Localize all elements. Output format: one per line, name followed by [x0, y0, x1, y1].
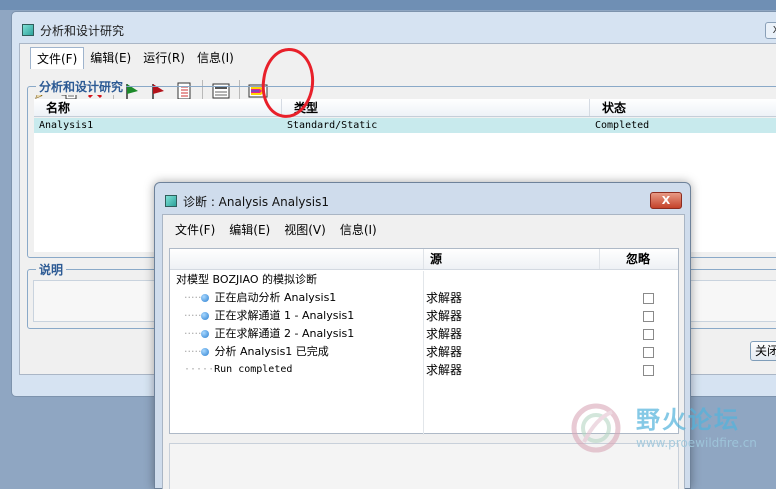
- window-title: 分析和设计研究: [40, 23, 125, 38]
- tree-item-source: 求解器: [426, 345, 463, 359]
- tree-item[interactable]: ····· 正在求解通道 1 - Analysis1 求解器: [170, 307, 678, 325]
- column-status[interactable]: 状态: [590, 99, 776, 116]
- tree-item[interactable]: ····· 分析 Analysis1 已完成 求解器: [170, 343, 678, 361]
- watermark-text: 野火论坛: [636, 406, 740, 434]
- watermark-logo-icon: [571, 403, 621, 453]
- tree-item-label: Run completed: [214, 364, 293, 375]
- app-icon: [165, 195, 177, 207]
- group-title: 分析和设计研究: [36, 78, 127, 95]
- menu-edit[interactable]: 编辑(E): [229, 221, 270, 238]
- tree-root-label: 对模型 BOZJIAO 的模拟诊断: [176, 273, 318, 286]
- ignore-checkbox[interactable]: [643, 293, 654, 304]
- tree-item-label: 分析 Analysis1 已完成: [214, 345, 329, 358]
- table-row[interactable]: Analysis1 Standard/Static Completed: [34, 118, 776, 133]
- description-title: 说明: [36, 261, 67, 278]
- diagnostics-title: 诊断 : Analysis Analysis1: [183, 194, 330, 209]
- window-title-bar: 分析和设计研究: [22, 21, 124, 39]
- menu-file[interactable]: 文件(F): [30, 47, 85, 69]
- close-window-button[interactable]: X: [650, 192, 682, 209]
- tree-item-source: 求解器: [426, 291, 463, 305]
- menu-edit[interactable]: 编辑(E): [84, 47, 137, 69]
- tree-header: 源 忽略: [170, 249, 678, 270]
- tree-item-source: 求解器: [426, 309, 463, 323]
- watermark-url: www.proewildfire.cn: [636, 436, 757, 450]
- diagnostics-title-bar: 诊断 : Analysis Analysis1: [165, 193, 329, 209]
- ignore-checkbox[interactable]: [643, 329, 654, 340]
- tree-item[interactable]: ····· 正在启动分析 Analysis1 求解器: [170, 289, 678, 307]
- column-name[interactable]: 名称: [34, 99, 282, 116]
- info-dot-icon: [201, 312, 210, 320]
- column-message[interactable]: [170, 249, 424, 269]
- ignore-checkbox[interactable]: [643, 365, 654, 376]
- close-button[interactable]: 关闭: [750, 341, 776, 361]
- column-ignore[interactable]: 忽略: [600, 249, 678, 269]
- tree-item-label: 正在求解通道 2 - Analysis1: [214, 327, 355, 340]
- desktop-background: [0, 0, 776, 10]
- menu-view[interactable]: 视图(V): [284, 221, 326, 238]
- tree-rows: 对模型 BOZJIAO 的模拟诊断 ····· 正在启动分析 Analysis1 …: [170, 271, 678, 379]
- row-type: Standard/Static: [287, 120, 378, 131]
- ignore-checkbox[interactable]: [643, 311, 654, 322]
- column-source[interactable]: 源: [424, 249, 600, 269]
- menu-bar: 文件(F) 编辑(E) 视图(V) 信息(I): [175, 221, 377, 238]
- close-window-button[interactable]: X: [765, 22, 776, 39]
- row-name: Analysis1: [39, 120, 94, 131]
- tree-item-source: 求解器: [426, 363, 463, 377]
- column-type[interactable]: 类型: [282, 99, 590, 116]
- table-header: 名称 类型 状态: [34, 99, 776, 117]
- menu-bar: 文件(F) 编辑(E) 运行(R) 信息(I): [30, 47, 240, 69]
- app-icon: [22, 24, 34, 36]
- tree-item-label: 正在启动分析 Analysis1: [214, 291, 337, 304]
- tree-item-label: 正在求解通道 1 - Analysis1: [214, 309, 355, 322]
- menu-info[interactable]: 信息(I): [340, 221, 377, 238]
- info-dot-icon: [201, 294, 210, 302]
- tree-item[interactable]: ·····Run completed 求解器: [170, 361, 678, 379]
- menu-info[interactable]: 信息(I): [191, 47, 240, 69]
- menu-file[interactable]: 文件(F): [175, 221, 215, 238]
- ignore-checkbox[interactable]: [643, 347, 654, 358]
- row-status: Completed: [595, 120, 650, 131]
- tree-item-source: 求解器: [426, 327, 463, 341]
- menu-run[interactable]: 运行(R): [137, 47, 191, 69]
- tree-root[interactable]: 对模型 BOZJIAO 的模拟诊断: [170, 271, 678, 289]
- info-dot-icon: [201, 348, 210, 356]
- tree-item[interactable]: ····· 正在求解通道 2 - Analysis1 求解器: [170, 325, 678, 343]
- info-dot-icon: [201, 330, 210, 338]
